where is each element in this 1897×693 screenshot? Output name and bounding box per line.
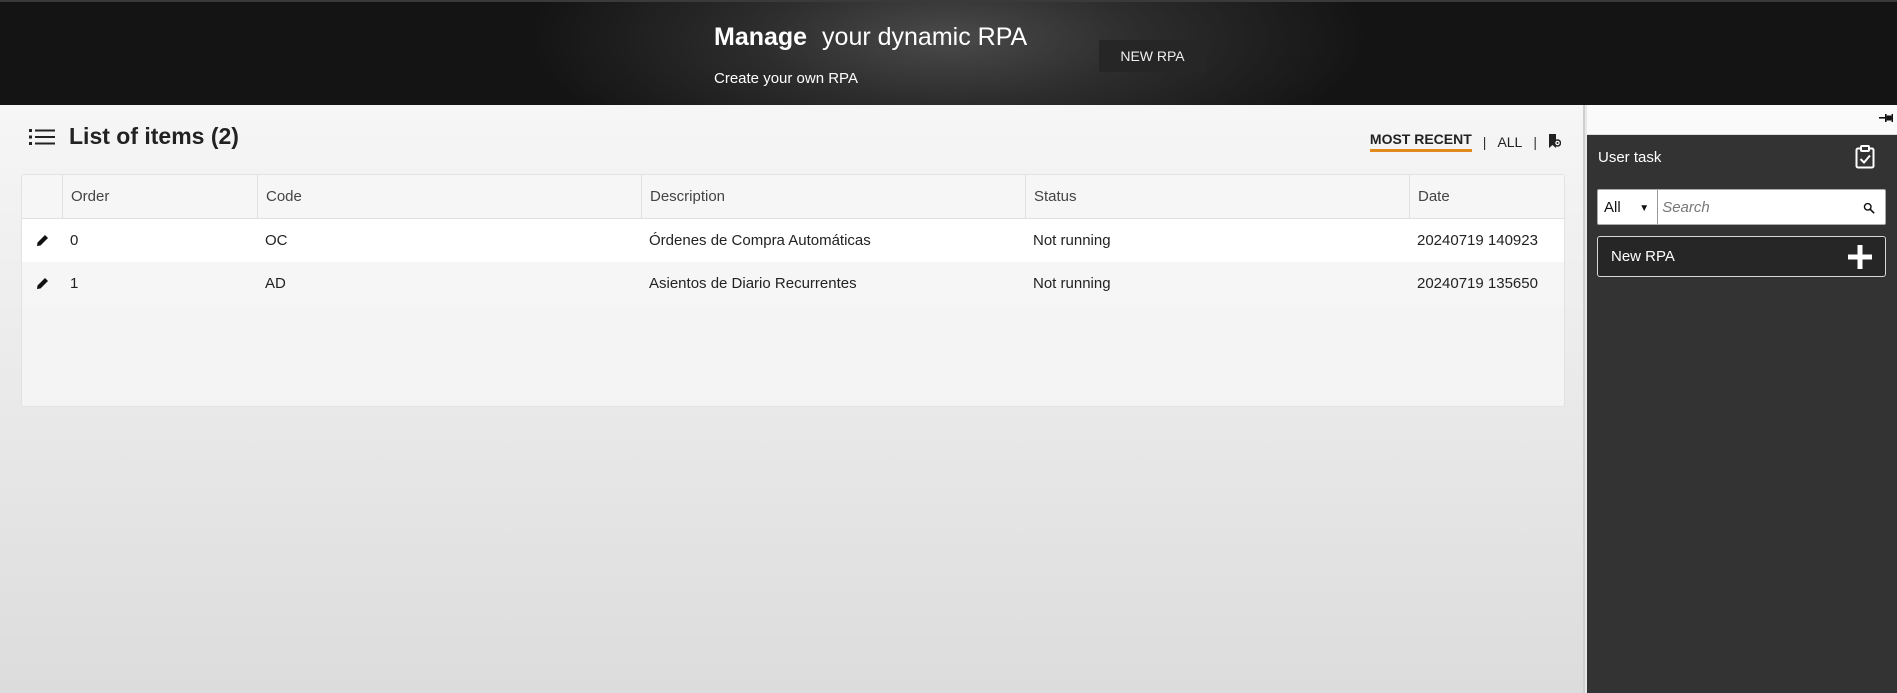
panel-title: User task bbox=[1598, 149, 1662, 166]
row-edit-cell bbox=[22, 262, 62, 305]
cell-date: 20240719 135650 bbox=[1417, 275, 1538, 292]
filter-separator: | bbox=[1482, 133, 1487, 150]
main-content: List of items (2) MOST RECENT | ALL | Or… bbox=[0, 105, 1585, 693]
cell-code: AD bbox=[265, 275, 286, 292]
row-edit-cell bbox=[22, 219, 62, 262]
filter-select[interactable]: All ▼ bbox=[1598, 190, 1659, 224]
list-filters: MOST RECENT | ALL | bbox=[1369, 131, 1561, 152]
table-header-actions bbox=[22, 175, 62, 218]
column-header-code[interactable]: Code bbox=[257, 175, 641, 218]
user-task-panel: User task All ▼ New RPA bbox=[1587, 105, 1897, 693]
banner-title-rest: your dynamic RPA bbox=[822, 23, 1028, 51]
banner-subtitle: Create your own RPA bbox=[714, 70, 858, 87]
banner-title-bold: Manage bbox=[714, 23, 808, 51]
task-item-label: New RPA bbox=[1611, 248, 1675, 265]
table-row[interactable]: 0 OC Órdenes de Compra Automáticas Not r… bbox=[22, 219, 1564, 262]
plus-icon[interactable] bbox=[1847, 244, 1873, 270]
cell-description: Asientos de Diario Recurrentes bbox=[649, 275, 857, 292]
pencil-icon[interactable] bbox=[36, 277, 49, 290]
banner: Manage your dynamic RPA Create your own … bbox=[0, 0, 1897, 105]
table-header-row: Order Code Description Status Date bbox=[22, 175, 1564, 219]
table-row[interactable]: 1 AD Asientos de Diario Recurrentes Not … bbox=[22, 262, 1564, 305]
cell-order: 1 bbox=[70, 275, 79, 292]
cell-status: Not running bbox=[1033, 275, 1111, 292]
cell-date: 20240719 140923 bbox=[1417, 232, 1538, 249]
column-header-status[interactable]: Status bbox=[1025, 175, 1409, 218]
list-icon bbox=[29, 128, 55, 145]
filter-most-recent[interactable]: MOST RECENT bbox=[1369, 131, 1472, 152]
cell-code: OC bbox=[265, 232, 288, 249]
search-input[interactable] bbox=[1658, 190, 1864, 224]
caret-down-icon: ▼ bbox=[1639, 203, 1650, 214]
filter-all[interactable]: ALL bbox=[1497, 134, 1522, 150]
pencil-icon[interactable] bbox=[36, 234, 49, 247]
cell-order: 0 bbox=[70, 232, 79, 249]
filter-select-value: All bbox=[1604, 198, 1621, 216]
new-rpa-button[interactable]: NEW RPA bbox=[1099, 40, 1206, 72]
filter-separator: | bbox=[1533, 133, 1537, 150]
column-header-description[interactable]: Description bbox=[641, 175, 1025, 218]
list-header: List of items (2) bbox=[29, 123, 239, 150]
column-header-order[interactable]: Order bbox=[62, 175, 257, 218]
bookmark-gear-icon[interactable] bbox=[1548, 134, 1561, 149]
panel-topbar bbox=[1587, 105, 1897, 135]
cell-description: Órdenes de Compra Automáticas bbox=[649, 232, 871, 249]
cell-status: Not running bbox=[1033, 232, 1111, 249]
search-icon[interactable] bbox=[1863, 198, 1875, 218]
items-table: Order Code Description Status Date 0 OC … bbox=[21, 174, 1565, 407]
banner-title: Manage your dynamic RPA bbox=[714, 23, 1027, 52]
panel-search-bar: All ▼ bbox=[1597, 189, 1886, 225]
column-header-date[interactable]: Date bbox=[1409, 175, 1564, 218]
task-item-new-rpa[interactable]: New RPA bbox=[1597, 236, 1886, 277]
pin-icon[interactable] bbox=[1879, 112, 1893, 124]
list-title: List of items (2) bbox=[69, 123, 239, 149]
clipboard-check-icon[interactable] bbox=[1855, 145, 1875, 169]
